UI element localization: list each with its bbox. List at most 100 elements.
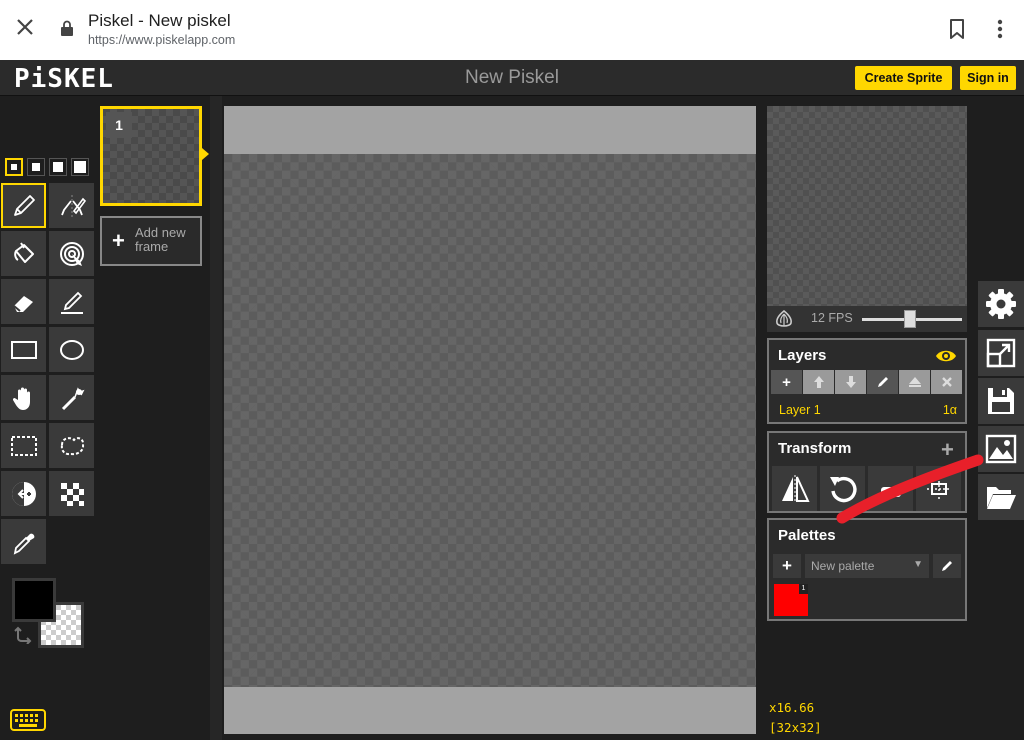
onion-skin-icon[interactable] (771, 309, 797, 329)
browser-page-title: Piskel - New piskel (88, 11, 231, 30)
drawing-canvas[interactable] (224, 154, 756, 687)
fps-slider-handle[interactable] (904, 310, 917, 328)
lasso-selection-tool[interactable] (49, 423, 94, 468)
paint-bucket-tool[interactable] (1, 231, 46, 276)
rotate-button[interactable] (820, 466, 865, 511)
rectangle-selection-icon (10, 435, 37, 456)
eye-icon[interactable] (935, 348, 957, 364)
resize-button[interactable] (978, 330, 1024, 376)
clone-button[interactable] (868, 466, 913, 511)
shape-selection-icon (61, 386, 84, 410)
pen-tool[interactable] (1, 183, 46, 228)
circle-tool[interactable] (49, 327, 94, 372)
shape-selection-tool[interactable] (49, 375, 94, 420)
layer-name: Layer 1 (779, 403, 821, 417)
merge-layer-button[interactable] (899, 370, 930, 394)
close-icon[interactable] (14, 16, 36, 38)
dithering-tool[interactable] (49, 471, 94, 516)
frame-number: 1 (106, 112, 132, 138)
layer-opacity[interactable]: 1α (943, 403, 957, 417)
layer-item[interactable]: Layer 1 1α (769, 398, 965, 422)
move-hand-icon (12, 387, 30, 410)
merge-icon (908, 377, 921, 387)
settings-button[interactable] (978, 281, 1024, 327)
plus-icon: + (782, 373, 791, 391)
paint-bucket-icon (13, 241, 34, 263)
browser-bar: Piskel - New piskel https://www.piskelap… (0, 0, 1024, 60)
vertical-mirror-pen-icon (60, 194, 86, 217)
delete-layer-button[interactable] (931, 370, 962, 394)
export-button[interactable] (978, 426, 1024, 472)
primary-color-picker[interactable] (12, 578, 56, 622)
edit-palette-button[interactable] (933, 554, 961, 578)
pen-size-3[interactable] (49, 158, 67, 176)
pen-size-2[interactable] (27, 158, 45, 176)
add-frame-button[interactable]: + Add new frame (100, 216, 202, 266)
pen-size-1[interactable] (5, 158, 23, 176)
rectangle-icon (10, 340, 37, 359)
layers-panel: Layers + Layer 1 1α (767, 338, 967, 424)
canvas-size: [32x32] (769, 720, 822, 735)
move-layer-down-button[interactable] (835, 370, 866, 394)
dropdown-arrow-icon: ▼ (913, 559, 923, 570)
add-layer-button[interactable]: + (771, 370, 802, 394)
align-center-button[interactable] (916, 466, 961, 511)
fps-label: 12 FPS (811, 311, 853, 325)
transform-expand-button[interactable]: + (941, 437, 954, 463)
add-palette-button[interactable]: + (773, 554, 801, 578)
color-picker-icon (13, 533, 34, 555)
transform-panel: Transform + (767, 431, 967, 513)
import-button[interactable] (978, 474, 1024, 520)
app-header: PiSKEL New Piskel Create Sprite Sign in (0, 60, 1024, 96)
palette-select-value: New palette (811, 559, 875, 573)
bookmark-icon[interactable] (948, 18, 966, 40)
paint-same-pixels-tool[interactable] (49, 231, 94, 276)
edit-layer-button[interactable] (867, 370, 898, 394)
add-frame-label: Add new frame (135, 225, 186, 254)
pencil-icon (877, 377, 888, 387)
flip-button[interactable] (772, 466, 817, 511)
color-picker-tool[interactable] (1, 519, 46, 564)
palette-swatch[interactable]: 1 (774, 584, 808, 616)
resize-icon (986, 338, 1016, 368)
paint-same-pixels-icon (59, 241, 84, 266)
keyboard-shortcuts-icon[interactable] (10, 709, 46, 731)
arrow-up-icon (813, 376, 824, 388)
eraser-tool[interactable] (1, 279, 46, 324)
rectangle-selection-tool[interactable] (1, 423, 46, 468)
more-options-icon[interactable] (992, 18, 1008, 40)
gear-icon (986, 289, 1016, 319)
swap-colors-icon[interactable] (14, 626, 34, 644)
circle-icon (59, 339, 84, 360)
piskel-app: Piskel - New piskel https://www.piskelap… (0, 0, 1024, 740)
fps-control: 12 FPS (767, 306, 967, 332)
canvas-workspace[interactable] (224, 106, 756, 734)
move-layer-up-button[interactable] (803, 370, 834, 394)
lighten-tool[interactable] (1, 471, 46, 516)
swatch-index: 1 (799, 584, 808, 594)
rectangle-tool[interactable] (1, 327, 46, 372)
create-sprite-button[interactable]: Create Sprite (855, 66, 952, 90)
folder-open-icon (987, 487, 1016, 509)
animation-preview[interactable] (767, 106, 967, 306)
pen-size-4[interactable] (71, 158, 89, 176)
zoom-level: x16.66 (769, 700, 815, 715)
arrow-down-icon (845, 376, 856, 388)
frames-scrollbar[interactable] (210, 96, 222, 740)
save-icon (988, 388, 1014, 414)
stroke-tool[interactable] (49, 279, 94, 324)
browser-url[interactable]: https://www.piskelapp.com (88, 33, 235, 47)
rotate-icon (829, 476, 857, 502)
stroke-icon (60, 291, 83, 314)
frames-panel: 1 + Add new frame (98, 96, 210, 740)
clone-icon (880, 486, 901, 497)
sign-in-button[interactable]: Sign in (960, 66, 1016, 90)
current-frame-indicator (202, 148, 209, 160)
palette-select[interactable]: New palette ▼ (805, 554, 929, 578)
move-tool[interactable] (1, 375, 46, 420)
pen-icon (13, 194, 35, 216)
frame-thumbnail[interactable]: 1 (100, 106, 202, 206)
save-button[interactable] (978, 378, 1024, 424)
vertical-mirror-pen-tool[interactable] (49, 183, 94, 228)
align-center-icon (926, 476, 951, 501)
